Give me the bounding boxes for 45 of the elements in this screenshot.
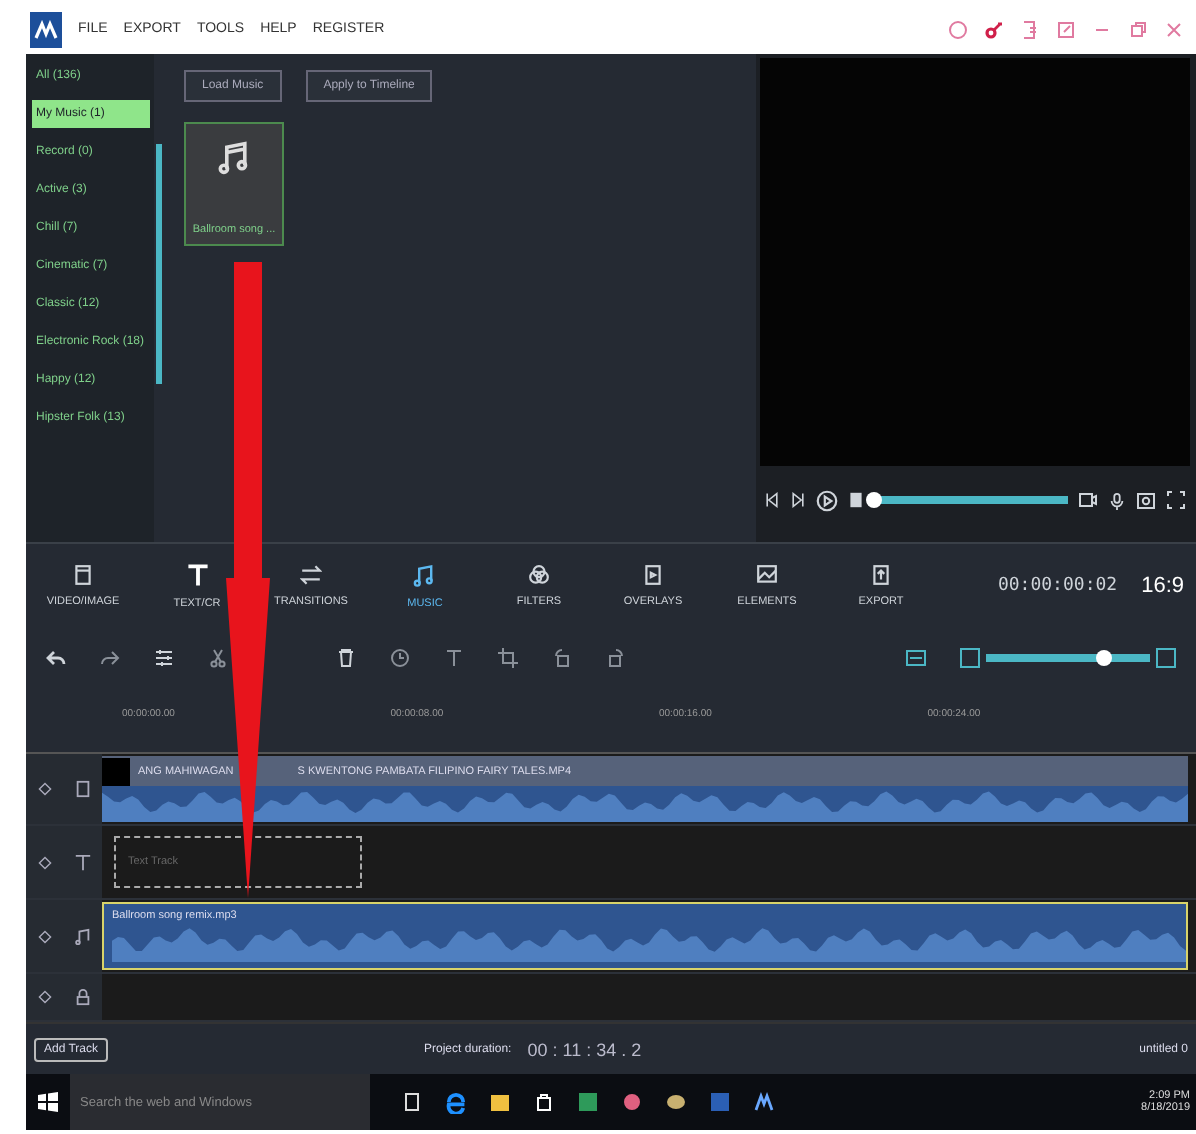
crop-icon[interactable] xyxy=(498,648,518,669)
redo-icon[interactable] xyxy=(100,648,120,669)
video-track-icon xyxy=(73,780,91,799)
cut-icon[interactable] xyxy=(208,648,228,669)
app-icon[interactable] xyxy=(754,1092,774,1112)
windows-icon xyxy=(38,1092,58,1112)
music-note-icon xyxy=(216,139,252,176)
zoom-slider-thumb[interactable] xyxy=(1096,650,1113,667)
restore-icon[interactable] xyxy=(1128,19,1148,40)
fit-icon[interactable] xyxy=(906,648,926,669)
scrollbar-thumb[interactable] xyxy=(156,143,162,384)
zoom-out-button[interactable] xyxy=(960,648,980,669)
note-icon[interactable] xyxy=(1056,19,1076,40)
stop-icon[interactable] xyxy=(848,492,864,509)
camera-icon[interactable] xyxy=(1136,490,1156,511)
trash-icon[interactable] xyxy=(336,648,356,669)
step-forward-icon[interactable] xyxy=(790,492,806,509)
browser-icon[interactable] xyxy=(444,1090,468,1114)
image-icon[interactable] xyxy=(756,564,778,587)
aspect-ratio[interactable]: 16:9 xyxy=(1141,574,1184,599)
undo-icon[interactable] xyxy=(46,648,66,669)
close-icon[interactable] xyxy=(1164,19,1184,40)
key-icon[interactable] xyxy=(984,19,1004,40)
timecode: 00:00:00:02 xyxy=(997,576,1118,597)
zoom-in-button[interactable] xyxy=(1156,648,1176,669)
screen-icon[interactable] xyxy=(1078,490,1098,511)
fullscreen-icon[interactable] xyxy=(1166,490,1186,511)
text-icon xyxy=(73,853,91,872)
rotate-right-icon[interactable] xyxy=(606,648,626,669)
overlay-icon[interactable] xyxy=(642,564,664,587)
music-note-icon xyxy=(73,927,91,946)
music-note-icon[interactable] xyxy=(412,563,437,588)
task-view-icon[interactable] xyxy=(402,1092,422,1112)
swap-icon[interactable] xyxy=(299,564,322,587)
export-icon[interactable] xyxy=(869,564,892,587)
adjust-icon[interactable] xyxy=(154,648,174,669)
rotate-left-icon[interactable] xyxy=(552,648,572,669)
lock-icon xyxy=(73,988,91,1007)
shopping-bag-icon[interactable] xyxy=(534,1092,554,1112)
play-icon[interactable] xyxy=(816,489,838,512)
project-duration: 00 : 11 : 34 . 2 xyxy=(527,1039,642,1060)
clip-thumbnail xyxy=(102,757,130,786)
skip-back-icon[interactable] xyxy=(764,492,780,509)
filters-icon[interactable] xyxy=(528,564,550,587)
microphone-icon[interactable] xyxy=(1108,491,1126,510)
